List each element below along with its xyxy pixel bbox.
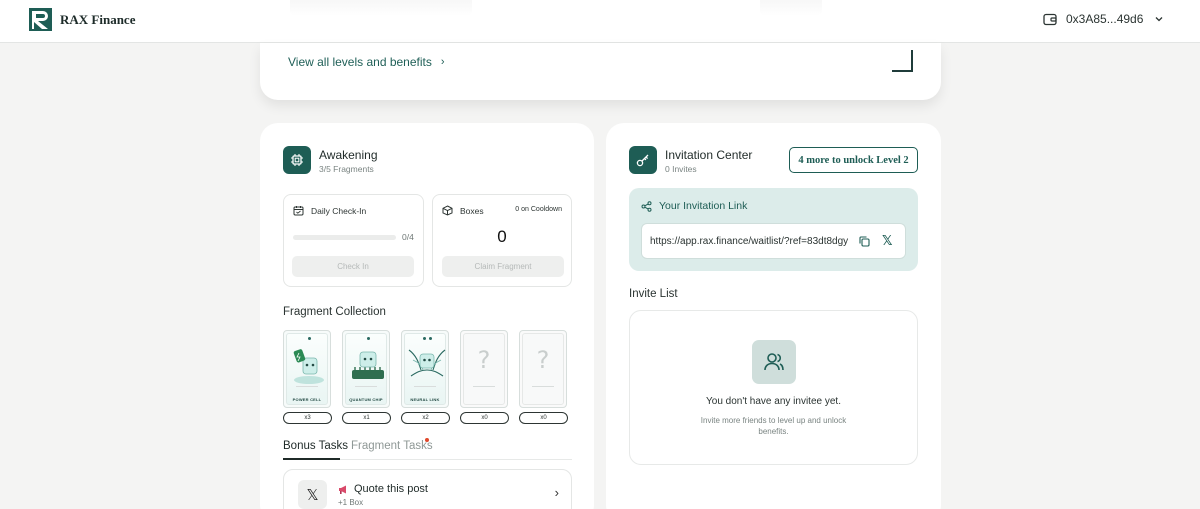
wallet-address: 0x3A85...49d6 [1066,12,1144,26]
fragment-count: x3 [283,412,332,424]
fragment-count: x2 [401,412,450,424]
view-levels-link[interactable]: View all levels and benefits › [288,55,445,69]
fragment-count: x0 [460,412,509,424]
fragment-count: x0 [519,412,568,424]
invitation-title: Invitation Center [665,148,753,162]
chevron-down-icon [1155,17,1163,22]
x-logo-icon: 𝕏 [298,480,327,509]
fragment-card[interactable]: POWER CELL [283,330,331,408]
fragment-card[interactable]: NEURAL LINK [401,330,449,408]
invitation-link-field[interactable]: https://app.rax.finance/waitlist/?ref=83… [641,223,906,259]
fragments-progress: 3/5 Fragments [319,164,374,174]
notification-dot [425,438,429,442]
fragment-card[interactable]: QUANTUM CHIP [342,330,390,408]
chip-icon [283,146,311,174]
claim-fragment-button[interactable]: Claim Fragment [442,256,564,277]
calendar-icon [293,206,304,216]
invitation-card: Invitation Center 0 Invites 4 more to un… [606,123,941,509]
top-header: RAX Finance 0x3A85...49d6 [0,0,1200,43]
invites-count: 0 Invites [665,164,697,174]
task-reward: +1 Box [338,498,364,507]
cooldown-text: 0 on Cooldown [515,206,562,213]
fragment-art: ? [463,333,505,405]
fragment-name: POWER CELL [292,397,322,402]
question-mark-icon: ? [477,346,491,374]
fragment-card-locked[interactable]: ? [460,330,508,408]
invitation-link-url: https://app.rax.finance/waitlist/?ref=83… [650,236,849,247]
fragment-art: POWER CELL [286,333,328,405]
fragment-name: QUANTUM CHIP [349,397,383,402]
boxes-panel: Boxes 0 on Cooldown 0 Claim Fragment [432,194,572,287]
awakening-card: Awakening 3/5 Fragments Daily Check-In 0… [260,123,594,509]
chevron-right-icon: › [554,485,559,500]
fragment-rule [532,386,554,390]
copy-icon[interactable] [858,235,871,248]
chevron-right-icon: › [440,56,445,68]
tab-bonus-tasks[interactable]: Bonus Tasks [283,440,348,452]
megaphone-icon [339,485,346,494]
neural-link-icon [408,349,446,377]
unlock-level-button[interactable]: 4 more to unlock Level 2 [789,147,918,173]
tab-fragment-tasks[interactable]: Fragment Tasks [351,440,433,452]
invite-list-empty-state: You don't have any invitee yet. Invite m… [629,310,918,465]
check-in-button[interactable]: Check In [292,256,414,277]
quantum-chip-icon [352,351,384,379]
fragment-rule [355,386,377,390]
rax-logo-icon [29,8,52,31]
x-share-icon[interactable]: 𝕏 [882,233,892,249]
fragment-name: NEURAL LINK [410,397,440,402]
fragment-art: NEURAL LINK [404,333,446,405]
key-icon [629,146,657,174]
checkin-progress-text: 0/4 [402,232,414,242]
brand-name: RAX Finance [60,11,136,27]
brand-logo[interactable]: RAX Finance [29,8,135,31]
invite-list-title: Invite List [629,288,678,300]
question-mark-icon: ? [536,346,550,374]
fragment-art: ? [522,333,564,405]
task-title-text: Quote this post [354,483,428,495]
boxes-label: Boxes [460,205,484,216]
empty-subtitle: Invite more friends to level up and unlo… [700,416,847,436]
invitation-link-heading: Your Invitation Link [659,200,748,212]
fragment-rule [296,386,318,390]
fragment-collection-title: Fragment Collection [283,306,386,318]
fragment-rule [414,386,436,390]
faded-content [760,0,822,16]
share-icon [641,200,652,212]
level-card: View all levels and benefits › [260,43,941,100]
active-tab-indicator [283,458,340,460]
daily-checkin-panel: Daily Check-In 0/4 Check In [283,194,424,287]
checkin-progress-bar [293,235,396,240]
corner-bracket-icon [892,50,913,72]
wallet-menu[interactable]: 0x3A85...49d6 [1043,12,1164,26]
users-icon [752,340,796,384]
faded-content [290,0,472,16]
power-cell-icon [293,349,324,384]
checkin-label: Daily Check-In [311,205,367,216]
wallet-icon [1043,13,1057,26]
view-levels-label: View all levels and benefits [288,55,432,69]
empty-title: You don't have any invitee yet. [706,396,841,407]
fragment-count: x1 [342,412,391,424]
fragment-card-locked[interactable]: ? [519,330,567,408]
box-count: 0 [497,227,507,246]
fragment-rule [473,386,495,390]
fragment-art: QUANTUM CHIP [345,333,387,405]
awakening-title: Awakening [319,148,378,162]
invitation-link-header: Your Invitation Link [641,200,747,212]
box-icon [442,205,453,216]
task-title: Quote this post [338,483,428,495]
invitation-link-panel: Your Invitation Link https://app.rax.fin… [629,188,918,271]
task-item[interactable]: 𝕏 Quote this post +1 Box › [283,469,572,509]
boxes-header: Boxes [442,205,484,216]
checkin-header: Daily Check-In [293,205,366,216]
